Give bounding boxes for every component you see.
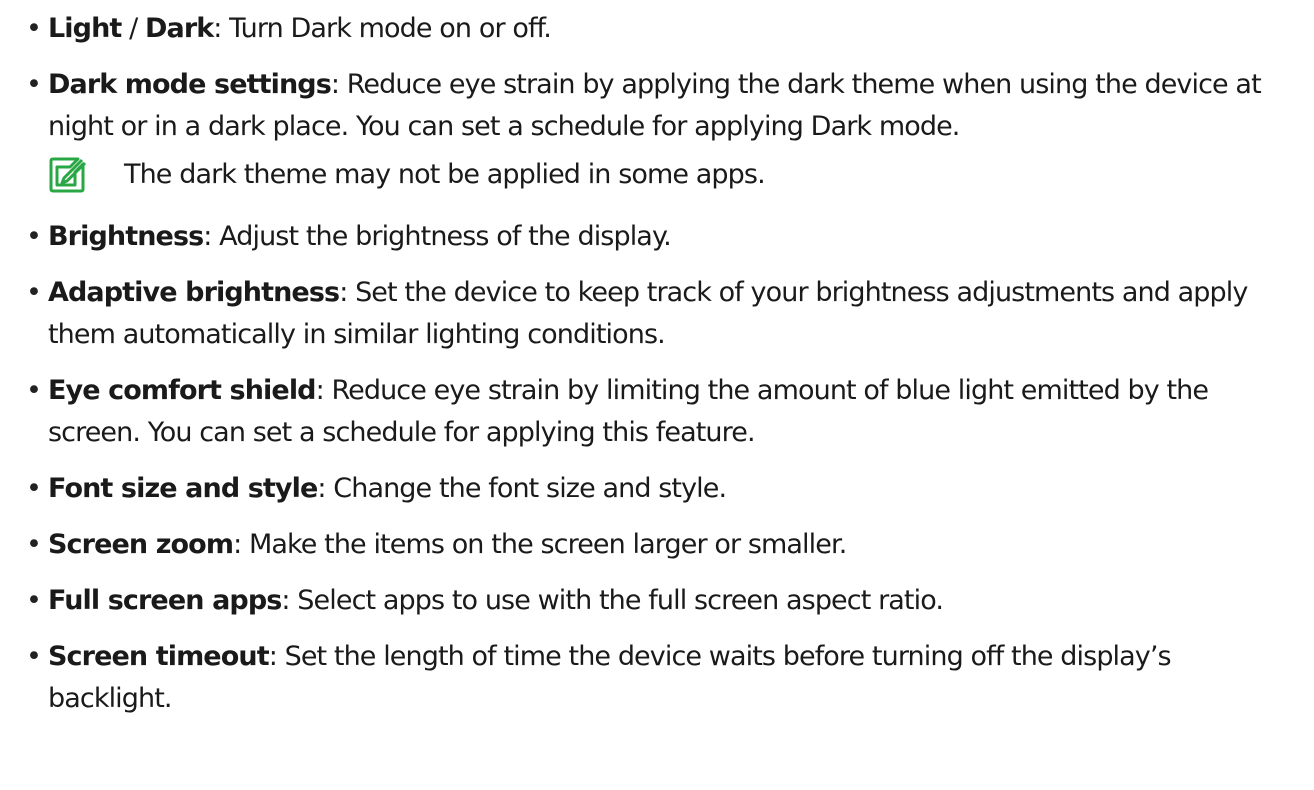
item-description: : Turn Dark mode on or off. — [213, 13, 551, 44]
item-term: Font size and style — [48, 473, 318, 504]
bullet: • — [26, 529, 42, 560]
term-separator: / — [121, 13, 145, 44]
bullet: • — [26, 277, 42, 308]
list-item-screen-zoom: • Screen zoom: Make the items on the scr… — [26, 524, 1298, 566]
list-item-light-dark: • Light / Dark: Turn Dark mode on or off… — [26, 8, 1298, 50]
list-item-adaptive-brightness: • Adaptive brightness: Set the device to… — [26, 272, 1298, 356]
item-description: : Select apps to use with the full scree… — [281, 585, 944, 616]
note: The dark theme may not be applied in som… — [48, 154, 1298, 196]
list-item-brightness: • Brightness: Adjust the brightness of t… — [26, 216, 1298, 258]
list-item-font-size-and-style: • Font size and style: Change the font s… — [26, 468, 1298, 510]
item-term-2: Dark — [144, 13, 214, 44]
item-term: Dark mode settings — [48, 69, 332, 100]
bullet: • — [26, 221, 42, 252]
bullet: • — [26, 375, 42, 406]
item-description: : Make the items on the screen larger or… — [233, 529, 847, 560]
item-description: : Change the font size and style. — [317, 473, 727, 504]
list-item-eye-comfort-shield: • Eye comfort shield: Reduce eye strain … — [26, 370, 1298, 454]
list-item-dark-mode-settings: • Dark mode settings: Reduce eye strain … — [26, 64, 1298, 148]
settings-list-continued: • Brightness: Adjust the brightness of t… — [26, 216, 1298, 720]
item-term: Screen zoom — [48, 529, 234, 560]
item-term: Screen timeout — [48, 641, 270, 672]
bullet: • — [26, 641, 42, 672]
bullet: • — [26, 69, 42, 100]
item-term: Light — [48, 13, 122, 44]
manual-page: • Light / Dark: Turn Dark mode on or off… — [0, 0, 1314, 790]
bullet: • — [26, 585, 42, 616]
item-term: Adaptive brightness — [48, 277, 340, 308]
list-item-screen-timeout: • Screen timeout: Set the length of time… — [26, 636, 1298, 720]
item-term: Brightness — [48, 221, 204, 252]
bullet: • — [26, 13, 42, 44]
settings-list: • Light / Dark: Turn Dark mode on or off… — [26, 8, 1298, 148]
note-pencil-icon — [48, 156, 87, 194]
item-term: Full screen apps — [48, 585, 282, 616]
item-description: : Adjust the brightness of the display. — [203, 221, 671, 252]
bullet: • — [26, 473, 42, 504]
item-term: Eye comfort shield — [48, 375, 317, 406]
list-item-full-screen-apps: • Full screen apps: Select apps to use w… — [26, 580, 1298, 622]
note-text: The dark theme may not be applied in som… — [124, 159, 766, 190]
